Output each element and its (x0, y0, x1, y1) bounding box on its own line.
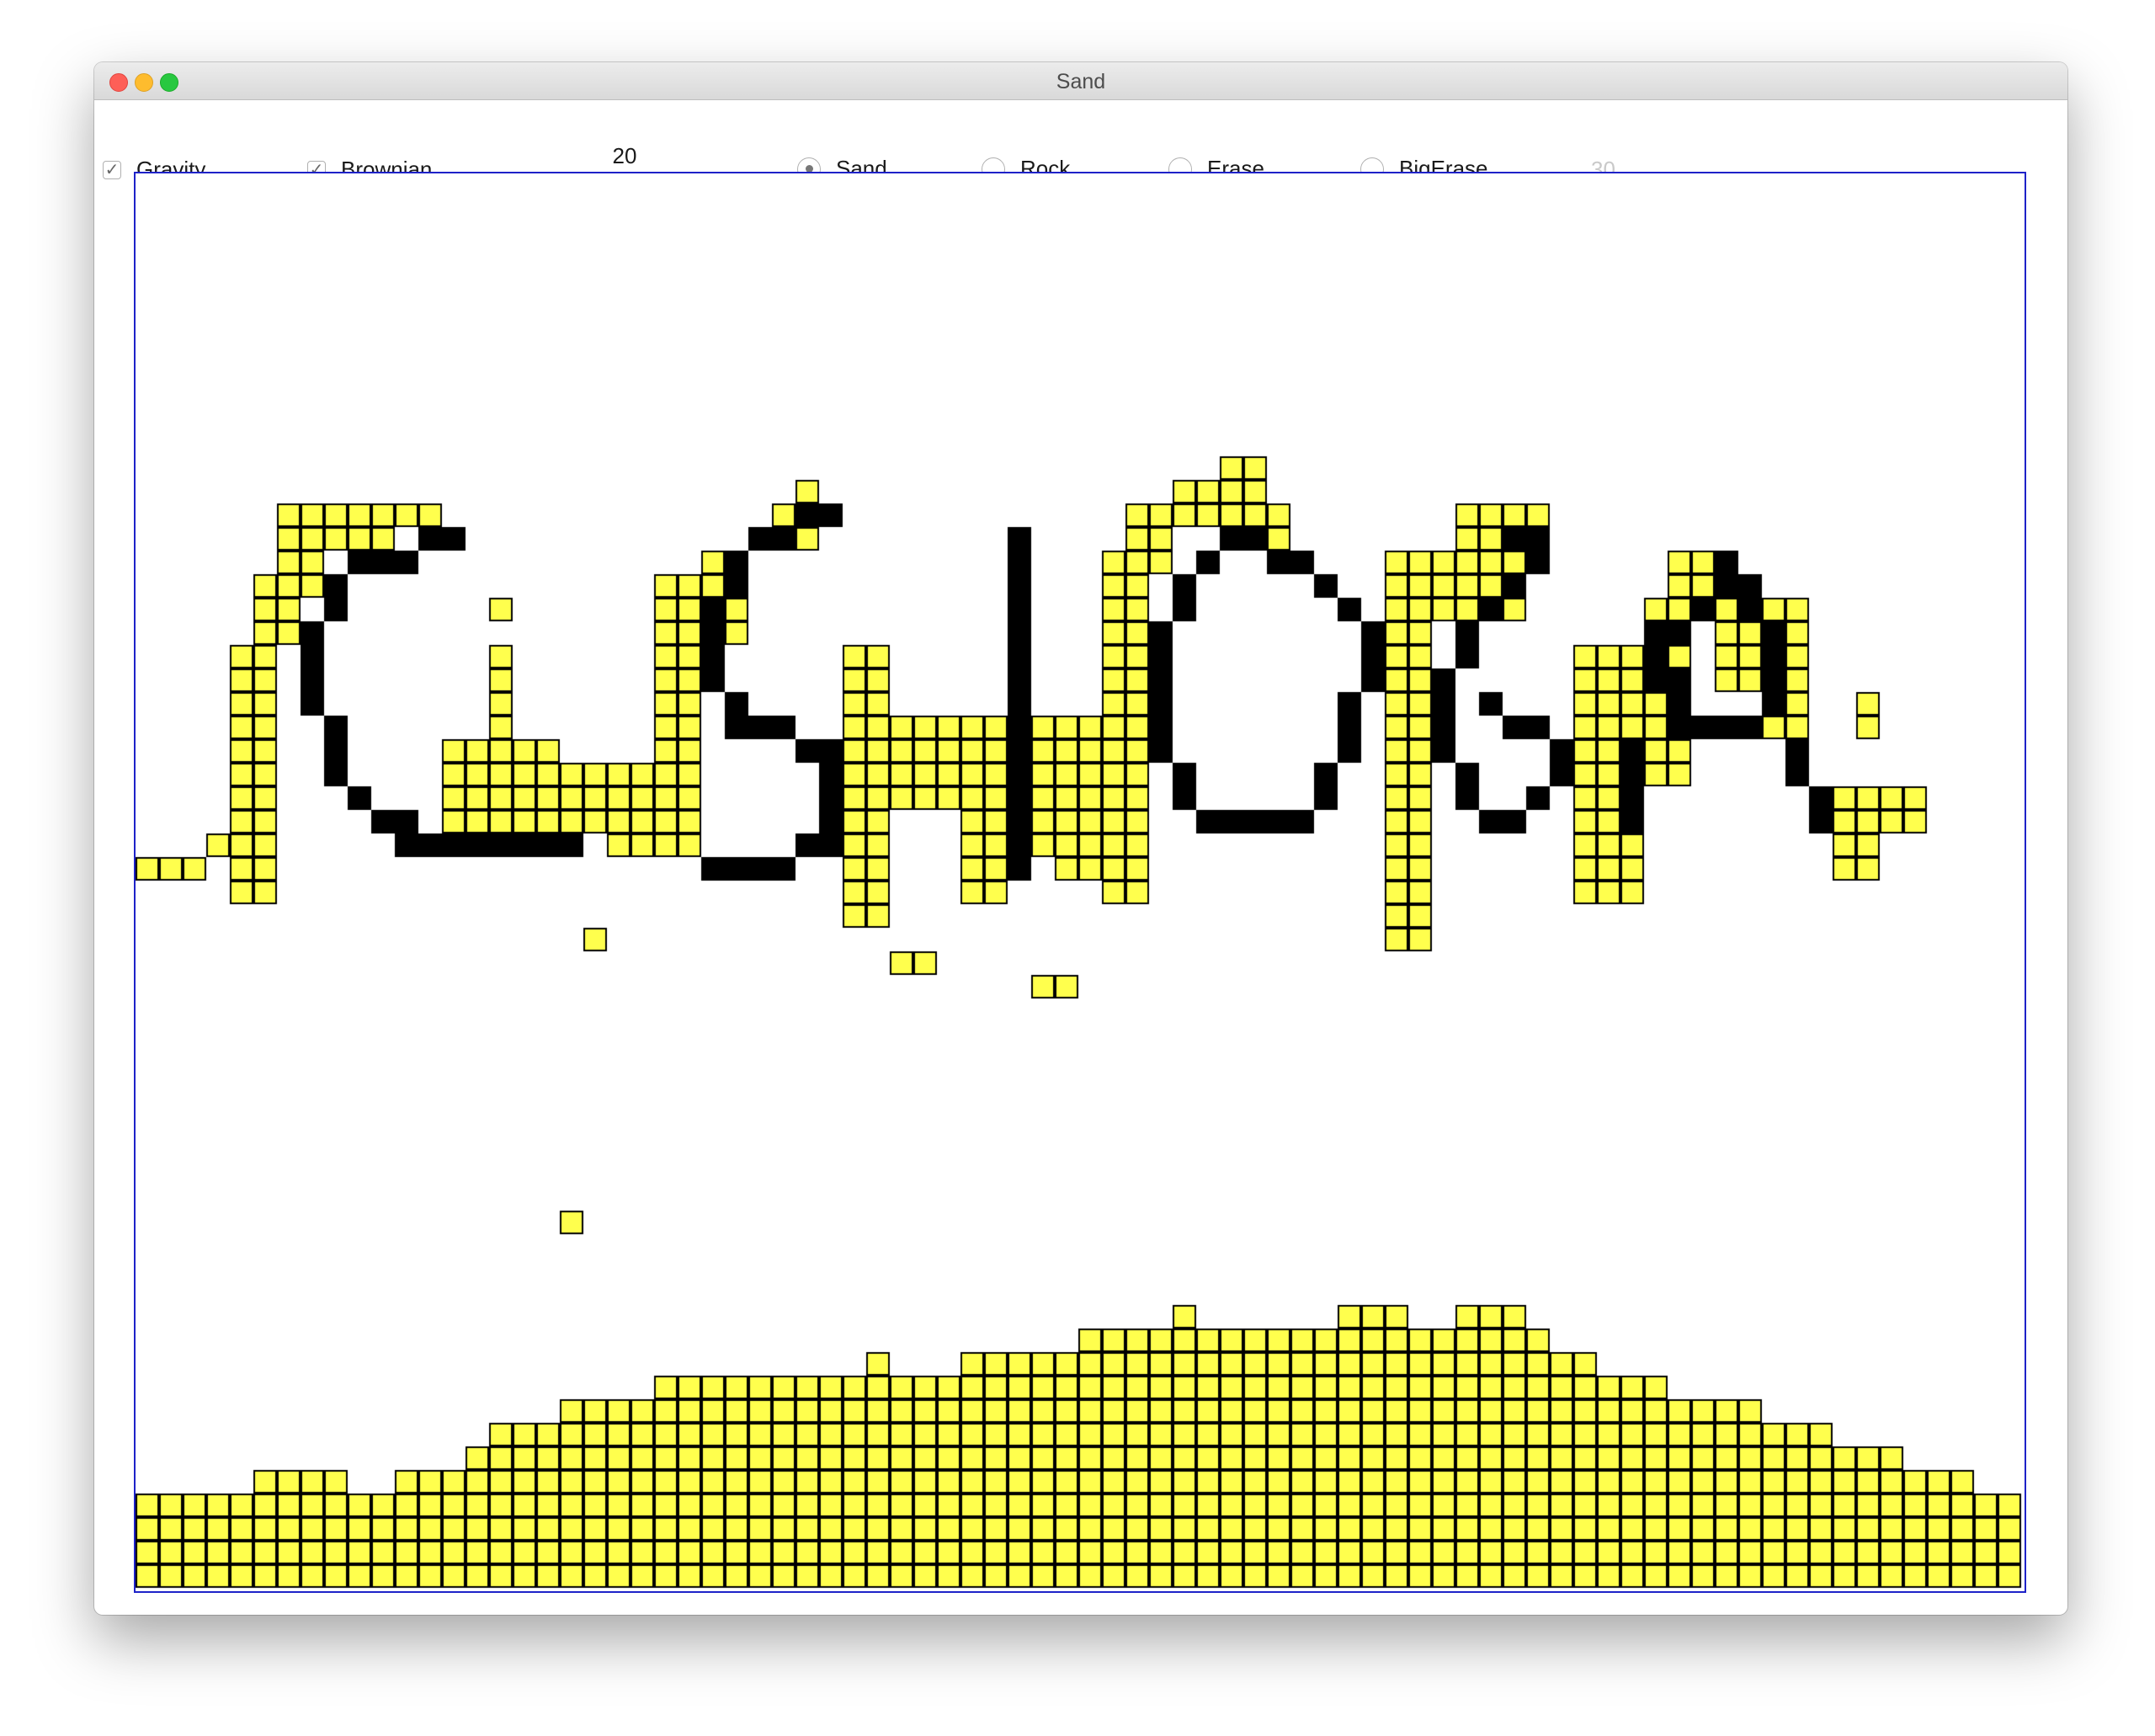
slider-value: 20 (612, 143, 637, 168)
sand-canvas[interactable] (134, 172, 2026, 1593)
app-window: Sand ✓ Gravity ✓ Brownian 20 Sand Rock E… (94, 62, 2067, 1615)
window-title: Sand (1056, 70, 1106, 93)
simulation-grid[interactable] (136, 173, 2025, 1591)
title-bar[interactable]: Sand (94, 62, 2067, 100)
checkmark-icon: ✓ (103, 160, 121, 179)
